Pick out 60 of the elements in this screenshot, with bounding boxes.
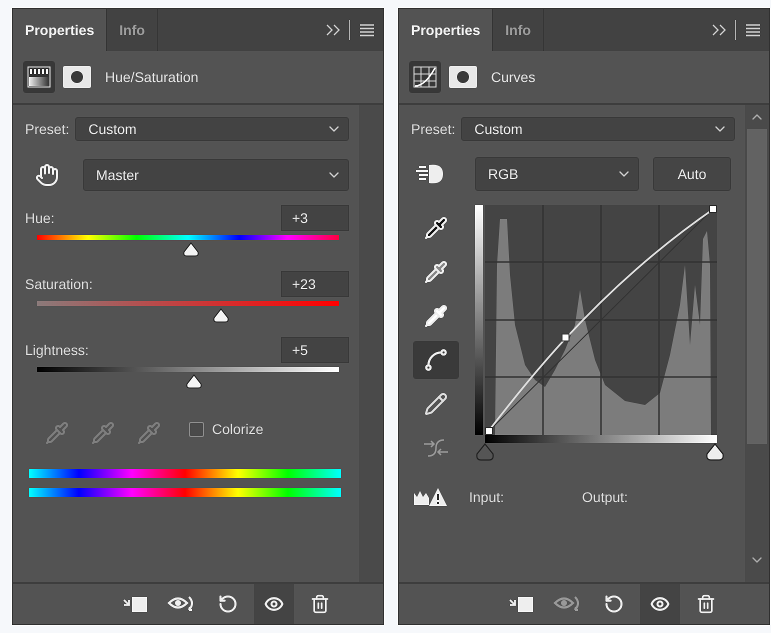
hand-pointer-icon[interactable] xyxy=(35,163,59,187)
input-label: Input: xyxy=(469,489,504,505)
preset-dropdown[interactable]: Custom xyxy=(461,117,735,141)
mask-icon[interactable] xyxy=(63,66,91,88)
channel-dropdown[interactable]: Master xyxy=(83,159,349,191)
curves-adjustment-icon[interactable] xyxy=(409,61,441,93)
preset-label: Preset: xyxy=(25,121,70,137)
clip-to-layer-icon xyxy=(122,594,150,614)
visibility-button[interactable] xyxy=(254,584,294,624)
output-label: Output: xyxy=(582,489,628,505)
eyedropper-icon xyxy=(45,421,69,445)
eyedropper-icon xyxy=(424,304,448,328)
value-field[interactable]: +23 xyxy=(281,271,349,297)
auto-button[interactable]: Auto xyxy=(653,157,731,191)
eye-icon xyxy=(650,594,670,614)
colorize-label: Colorize xyxy=(212,421,264,437)
eyedropper-icon xyxy=(424,260,448,284)
mask-icon[interactable] xyxy=(449,66,477,88)
double-chevron-icon[interactable] xyxy=(711,24,727,36)
eyedropper-minus-icon xyxy=(137,421,161,445)
slider-thumb[interactable] xyxy=(185,374,204,389)
double-chevron-icon[interactable] xyxy=(325,24,341,36)
preset-label: Preset: xyxy=(411,121,456,137)
reset-icon xyxy=(218,594,238,614)
clip-to-layer-icon xyxy=(508,594,536,614)
divider-icon xyxy=(735,20,737,40)
eyedropper-icon xyxy=(424,216,448,240)
adjustment-title: Curves xyxy=(491,69,536,85)
adjustment-title: Hue/Saturation xyxy=(105,69,198,85)
clipping-warning-icon[interactable] xyxy=(413,487,447,507)
menu-icon[interactable] xyxy=(745,23,761,37)
curve-edit-tool[interactable] xyxy=(413,341,459,379)
slider-label: Lightness: xyxy=(25,342,89,358)
preset-dropdown[interactable]: Custom xyxy=(75,117,349,141)
highlight-slider-handle[interactable] xyxy=(705,443,725,461)
eye-icon xyxy=(264,594,284,614)
value-field[interactable]: +3 xyxy=(281,205,349,231)
panel-tab[interactable]: Properties xyxy=(399,9,494,51)
scrollbar[interactable] xyxy=(745,105,769,582)
channel-dropdown[interactable]: RGB xyxy=(475,157,639,191)
reset-icon xyxy=(604,594,624,614)
visibility-button[interactable] xyxy=(640,584,680,624)
hue-saturation-adjustment-icon[interactable] xyxy=(23,61,55,93)
pencil-icon xyxy=(424,392,448,416)
slider-thumb[interactable] xyxy=(182,242,200,257)
eyedropper-plus-icon xyxy=(91,421,115,445)
shadow-slider-handle[interactable] xyxy=(475,443,495,461)
menu-icon[interactable] xyxy=(359,23,375,37)
scrollbar[interactable] xyxy=(359,105,383,582)
panel-tab[interactable]: Properties xyxy=(13,9,108,51)
slider-label: Saturation: xyxy=(25,276,93,292)
slider-thumb[interactable] xyxy=(212,308,230,323)
divider-icon xyxy=(349,20,351,40)
colorize-checkbox[interactable] xyxy=(189,422,204,436)
scroll-thumb[interactable] xyxy=(747,129,767,444)
trash-icon xyxy=(310,594,330,614)
trash-icon xyxy=(696,594,716,614)
value-field[interactable]: +5 xyxy=(281,337,349,363)
slider-label: Hue: xyxy=(25,210,55,226)
curve-icon xyxy=(423,347,449,373)
